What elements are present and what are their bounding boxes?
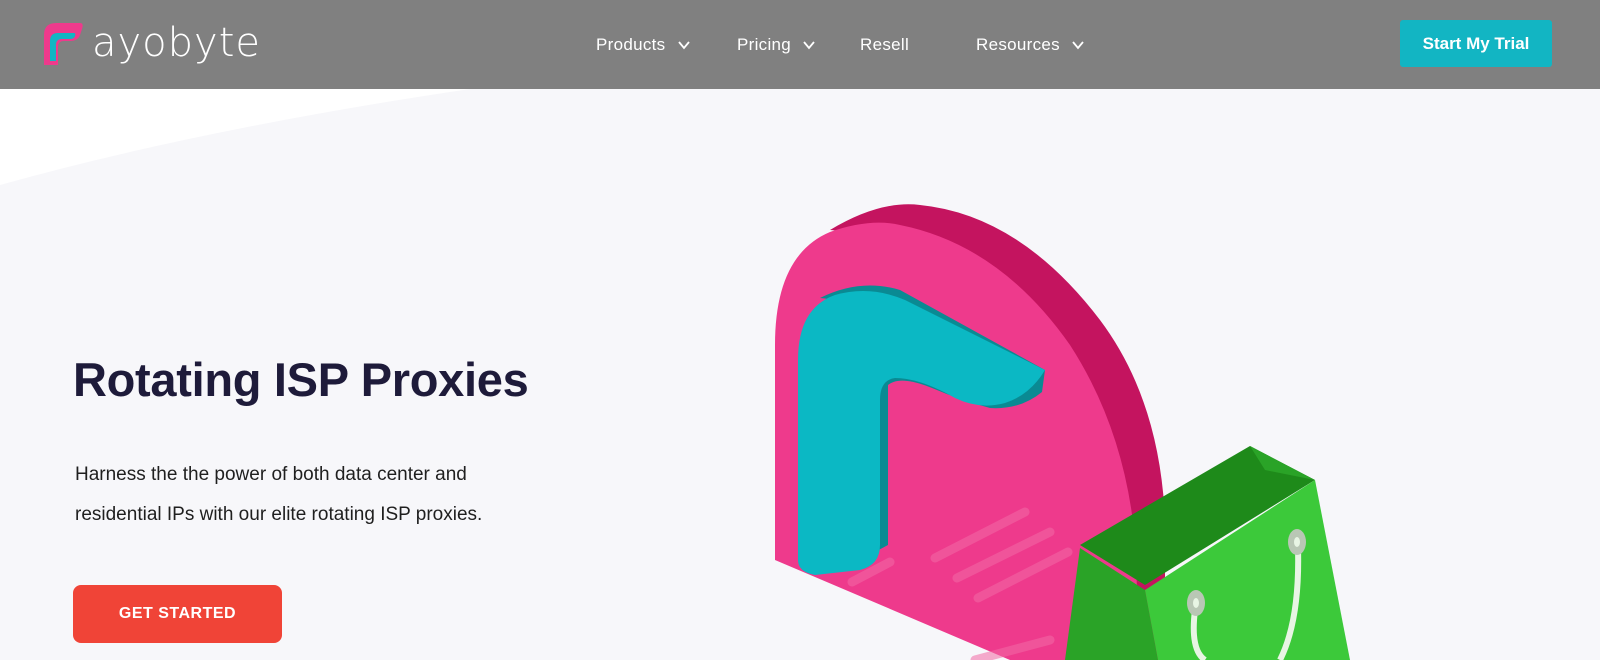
hero-illustration (775, 204, 1350, 660)
